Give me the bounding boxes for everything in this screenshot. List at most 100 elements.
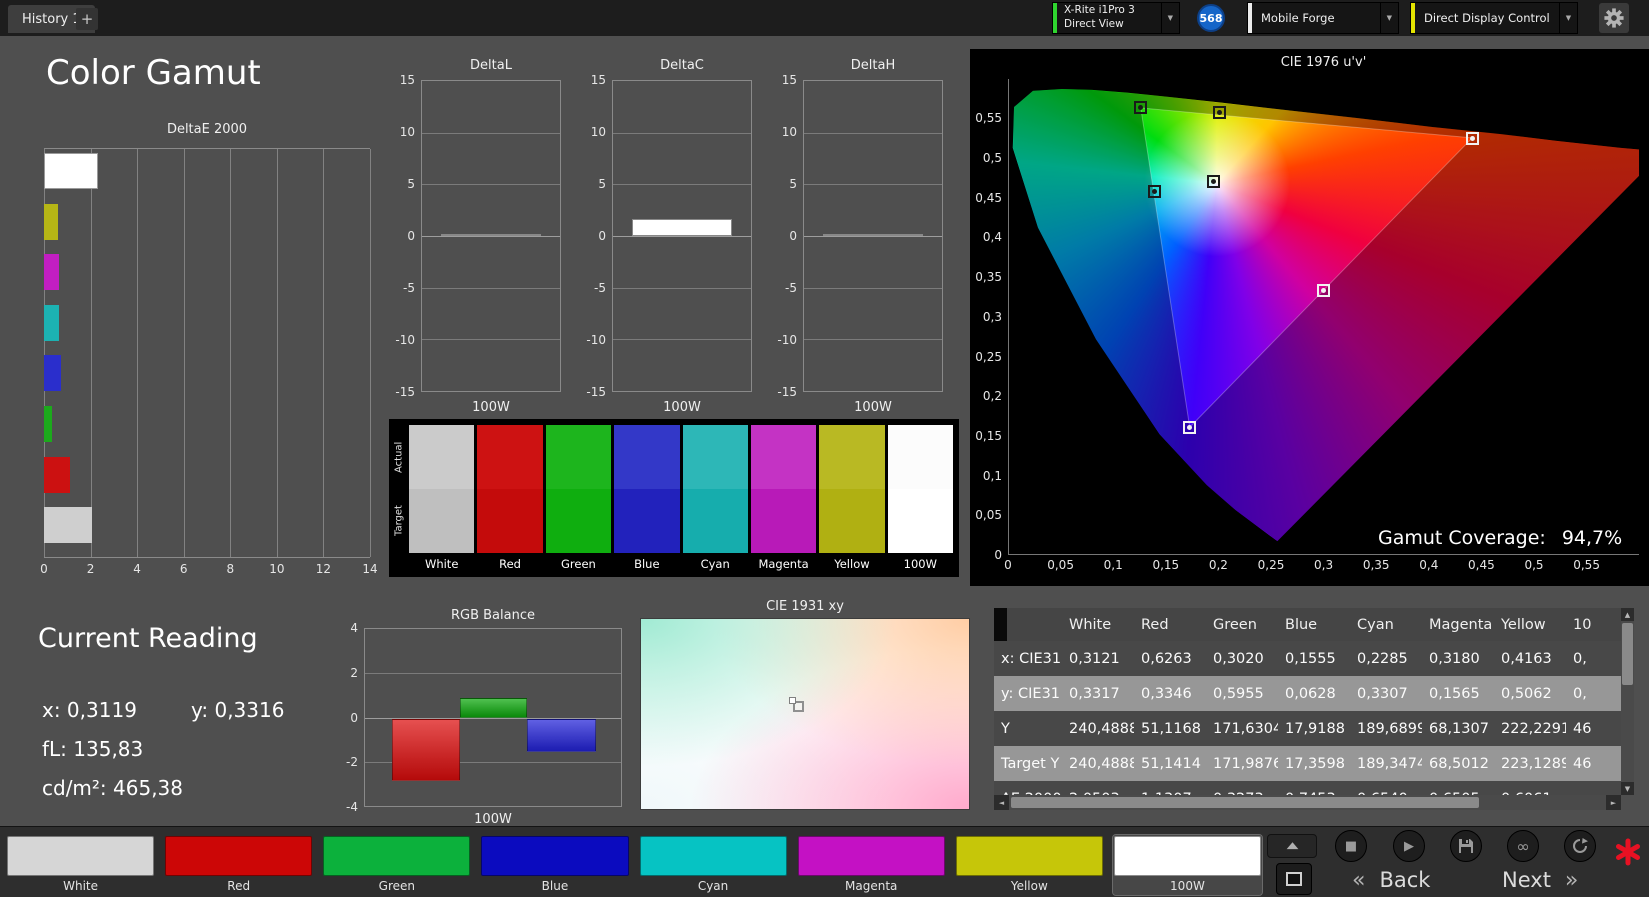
reading-cdm2: cd/m²: 465,38 xyxy=(42,776,183,800)
table-row[interactable]: Target Y240,488851,1414171,987617,359818… xyxy=(994,746,1621,781)
row-label: ΔE 2000 xyxy=(994,781,1062,795)
reading-y: y: 0,3316 xyxy=(191,698,284,722)
patch-color-swatch xyxy=(165,836,312,876)
rgb-bar-blue xyxy=(527,719,596,753)
deltae-bar-blue xyxy=(44,355,61,391)
display-control-dropdown[interactable]: Direct Display Control ▼ xyxy=(1410,2,1578,34)
patch-button-White[interactable]: White xyxy=(6,835,155,895)
table-row[interactable]: y: CIE310,33170,33460,59550,06280,33070,… xyxy=(994,676,1621,711)
patch-button-100W[interactable]: 100W xyxy=(1113,835,1262,895)
gridline xyxy=(277,149,278,557)
chart-title: DeltaE 2000 xyxy=(44,122,370,137)
table-header: WhiteRedGreenBlueCyanMagentaYellow10 xyxy=(994,608,1621,641)
table-row[interactable]: ΔE 20002,05031,13070,32730,74530,65400,6… xyxy=(994,781,1621,795)
target-swatch xyxy=(819,489,884,553)
actual-swatch xyxy=(614,425,679,489)
vertical-scrollbar-thumb[interactable] xyxy=(1622,623,1633,685)
luminance-badge[interactable]: 568 xyxy=(1197,4,1225,32)
add-tab-button[interactable]: + xyxy=(76,8,98,30)
axis-tick-label: 5 xyxy=(407,177,415,191)
gridline xyxy=(91,149,92,557)
table-cell: 0,3273 xyxy=(1206,781,1278,795)
patch-button-Blue[interactable]: Blue xyxy=(480,835,629,895)
axis-tick-label: 0 xyxy=(40,562,48,576)
chart-title: DeltaL xyxy=(421,58,561,73)
gear-icon xyxy=(1604,8,1624,28)
row-label: Target Y xyxy=(994,746,1062,781)
axis-tick-label: 5 xyxy=(789,177,797,191)
axis-tick-label: 0,05 xyxy=(975,508,1002,522)
save-button[interactable] xyxy=(1450,830,1482,862)
deltae-xlabels: 02468101214 xyxy=(44,562,370,580)
horizontal-scrollbar[interactable]: ◄ ► xyxy=(994,795,1621,810)
chevron-down-icon: ▼ xyxy=(1161,3,1179,33)
scroll-up-icon[interactable]: ▲ xyxy=(1621,608,1634,621)
meter-dropdown[interactable]: X-Rite i1Pro 3 Direct View ▼ xyxy=(1052,2,1180,34)
axis-tick-label: 0,25 xyxy=(975,350,1002,364)
expand-panel-button[interactable]: ▲ xyxy=(1267,834,1317,858)
chevron-left-icon: « xyxy=(1352,868,1365,893)
axis-tick-label: 0,4 xyxy=(1419,558,1438,572)
axis-tick-label: 0,15 xyxy=(975,429,1002,443)
swatch-column-Cyan: Cyan xyxy=(683,425,748,575)
layout-button[interactable] xyxy=(1276,863,1312,895)
marker-cyan-secondary xyxy=(1148,185,1161,198)
vertical-scrollbar[interactable]: ▲ ▼ xyxy=(1621,608,1634,795)
swatch-column-Green: Green xyxy=(546,425,611,575)
axis-tick-label: 0,2 xyxy=(1209,558,1228,572)
alert-asterisk-icon xyxy=(1612,836,1644,868)
table-cell: 0,7453 xyxy=(1278,781,1350,795)
axis-tick-label: 15 xyxy=(400,73,415,87)
chevron-down-icon: ▼ xyxy=(1380,3,1398,33)
patch-button-Green[interactable]: Green xyxy=(322,835,471,895)
table-row[interactable]: Y240,488851,1168171,630417,9188189,68996… xyxy=(994,711,1621,746)
horizontal-scrollbar-thumb[interactable] xyxy=(1011,797,1479,808)
patch-button-Red[interactable]: Red xyxy=(164,835,313,895)
target-swatch xyxy=(614,489,679,553)
axis-tick-label: 0,15 xyxy=(1152,558,1179,572)
swatch-column-Magenta: Magenta xyxy=(751,425,816,575)
deltae-bar-cyan xyxy=(44,305,59,341)
table-cell: 0,2285 xyxy=(1350,641,1422,676)
axis-tick-label: 0,45 xyxy=(975,191,1002,205)
stop-button[interactable]: ■ xyxy=(1335,830,1367,862)
table-cell: 17,3598 xyxy=(1278,746,1350,781)
swatch-column-label: White xyxy=(409,553,474,575)
next-button[interactable]: Next » xyxy=(1502,865,1578,895)
play-button[interactable]: ▶ xyxy=(1393,830,1425,862)
marker-blue-primary xyxy=(1183,421,1196,434)
patch-button-Cyan[interactable]: Cyan xyxy=(639,835,788,895)
axis-tick-label: -10 xyxy=(586,333,606,347)
table-cell: 0,6263 xyxy=(1134,641,1206,676)
table-cell: 222,2291 xyxy=(1494,711,1566,746)
scroll-left-icon[interactable]: ◄ xyxy=(994,795,1009,810)
axis-label: 100W xyxy=(364,812,622,827)
settings-button[interactable] xyxy=(1599,3,1629,33)
patch-button-Magenta[interactable]: Magenta xyxy=(797,835,946,895)
actual-row-label: Actual xyxy=(391,425,407,489)
axis-tick-label: 2 xyxy=(350,666,358,680)
refresh-button[interactable] xyxy=(1564,830,1596,862)
swatch-column-White: White xyxy=(409,425,474,575)
patch-button-Yellow[interactable]: Yellow xyxy=(955,835,1104,895)
column-header: Blue xyxy=(1278,608,1350,641)
deltah-chart: DeltaH 151050-5-10-15 100W xyxy=(767,58,947,426)
axis-tick-label: 6 xyxy=(180,562,188,576)
axis-tick-label: 0 xyxy=(1004,558,1012,572)
table-cell: 0,3307 xyxy=(1350,676,1422,711)
scroll-right-icon[interactable]: ► xyxy=(1606,795,1621,810)
axis-tick-label: 4 xyxy=(133,562,141,576)
table-row[interactable]: x: CIE310,31210,62630,30200,15550,22850,… xyxy=(994,641,1621,676)
back-button[interactable]: « Back xyxy=(1352,865,1430,895)
source-dropdown[interactable]: Mobile Forge ▼ xyxy=(1247,2,1399,34)
column-header: Yellow xyxy=(1494,608,1566,641)
target-swatch xyxy=(409,489,474,553)
patch-button-label: Red xyxy=(165,876,312,893)
axis-label: 100W xyxy=(803,400,943,415)
deltae-2000-chart: DeltaE 2000 02468101214 xyxy=(44,122,370,580)
rgb-yticks: 420-2-4 xyxy=(338,628,361,807)
scroll-down-icon[interactable]: ▼ xyxy=(1621,782,1634,795)
actual-swatch xyxy=(819,425,884,489)
link-button[interactable]: ∞ xyxy=(1507,830,1539,862)
table-cell: 1,1307 xyxy=(1134,781,1206,795)
